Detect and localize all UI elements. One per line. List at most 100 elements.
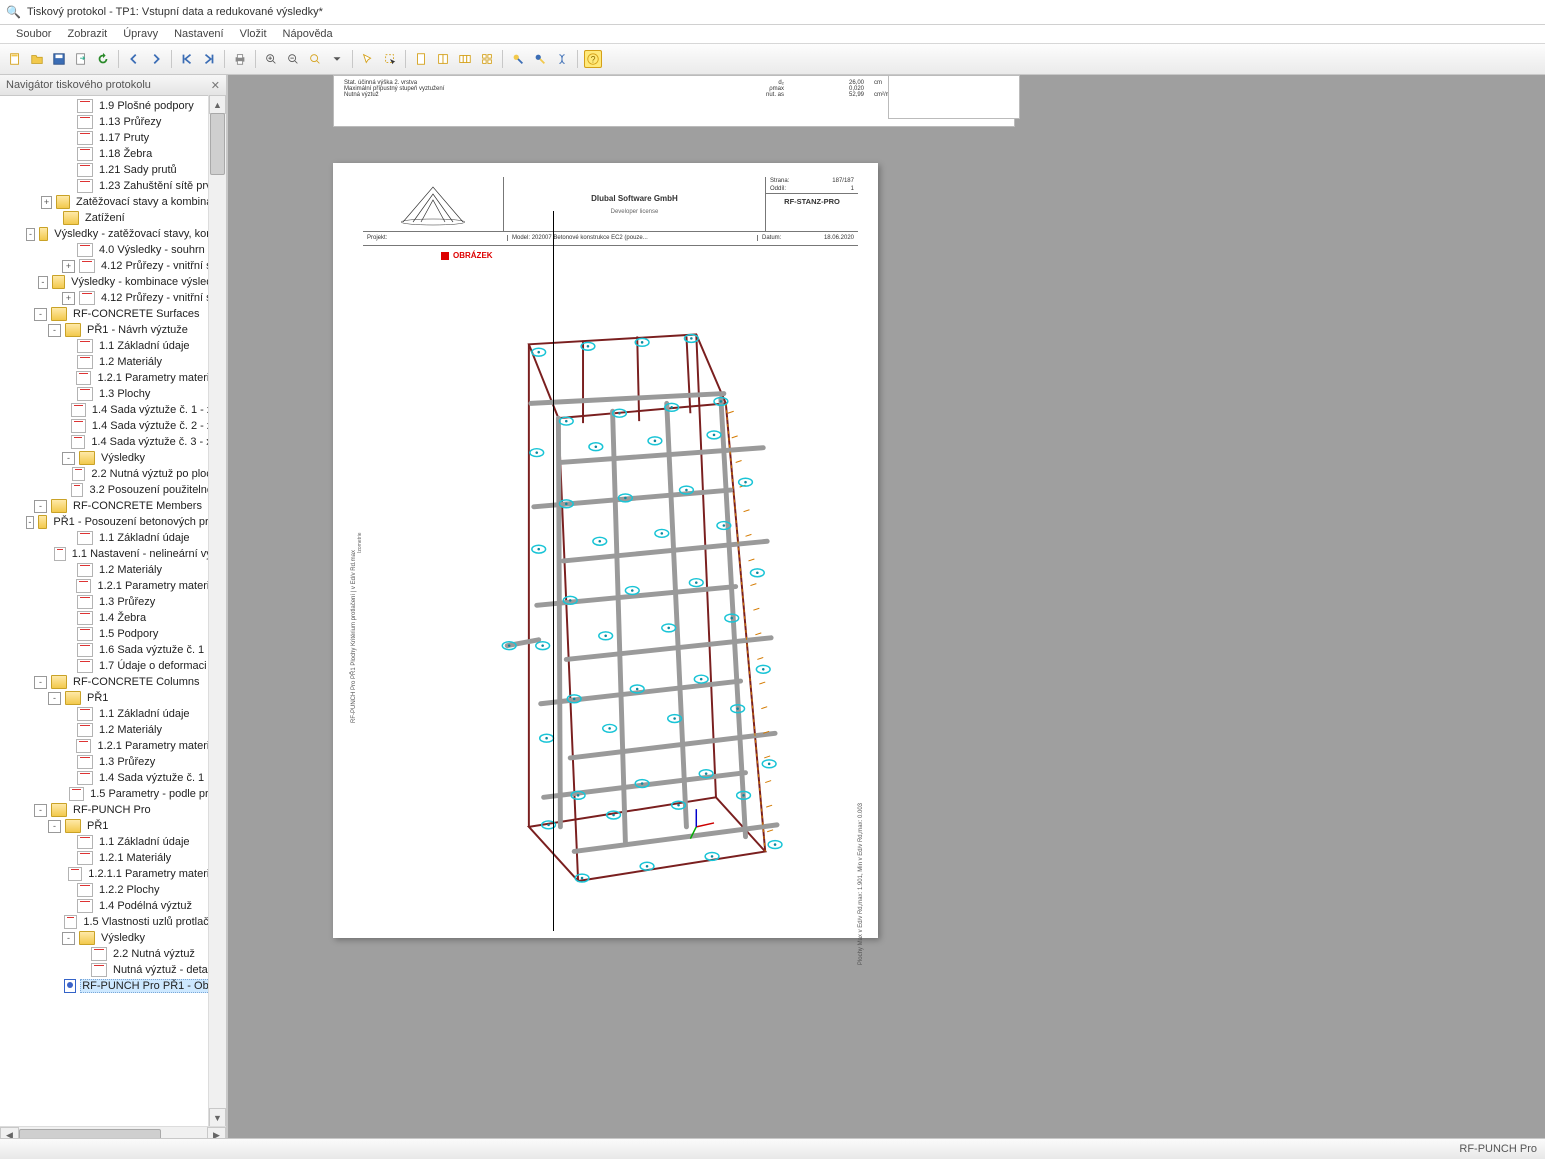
tree-item[interactable]: 1.4 Podélná výztuž [0, 898, 226, 914]
tree-item[interactable]: 1.21 Sady prutů [0, 162, 226, 178]
tree-item[interactable]: -PŘ1 [0, 690, 226, 706]
tree-item[interactable]: 1.5 Vlastnosti uzlů protlačení [0, 914, 226, 930]
tree-item[interactable]: -Výsledky - zatěžovací stavy, kombi [0, 226, 226, 242]
tree-item[interactable]: 1.1 Nastavení - nelineární výpo [0, 546, 226, 562]
select-area-icon[interactable] [381, 50, 399, 68]
tree-toggle-icon[interactable]: - [34, 500, 47, 513]
tree-item[interactable]: +4.12 Průřezy - vnitřní síly [0, 258, 226, 274]
tree-item[interactable]: 1.4 Sada výztuže č. 1 [0, 770, 226, 786]
tree-item[interactable]: +Zatěžovací stavy a kombinace [0, 194, 226, 210]
tree-item[interactable]: 1.2.2 Plochy [0, 882, 226, 898]
tree-item[interactable]: RF-PUNCH Pro PŘ1 - Obráz [0, 978, 226, 994]
tool-b-icon[interactable] [531, 50, 549, 68]
page-1-icon[interactable] [412, 50, 430, 68]
page-3-icon[interactable] [456, 50, 474, 68]
scroll-down-icon[interactable]: ▼ [209, 1108, 226, 1127]
zoom-in-icon[interactable] [262, 50, 280, 68]
page-2-icon[interactable] [434, 50, 452, 68]
tree-toggle-icon[interactable]: - [34, 676, 47, 689]
select-icon[interactable] [359, 50, 377, 68]
tree-item[interactable]: 1.3 Plochy [0, 386, 226, 402]
print-icon[interactable] [231, 50, 249, 68]
tree-item[interactable]: 1.1 Základní údaje [0, 706, 226, 722]
zoom-dropdown-icon[interactable] [328, 50, 346, 68]
scroll-thumb[interactable] [210, 113, 225, 175]
tree-item[interactable]: -RF-PUNCH Pro [0, 802, 226, 818]
tree-toggle-icon[interactable]: - [26, 228, 34, 241]
zoom-out-icon[interactable] [284, 50, 302, 68]
tree-item[interactable]: -Výsledky [0, 450, 226, 466]
tree-item[interactable]: -PŘ1 [0, 818, 226, 834]
tree-item[interactable]: 1.5 Parametry - podle prutů [0, 786, 226, 802]
tree-item[interactable]: 1.4 Sada výztuže č. 3 - xd3 [0, 434, 226, 450]
last-icon[interactable] [200, 50, 218, 68]
page-4-icon[interactable] [478, 50, 496, 68]
tree-toggle-icon[interactable]: - [48, 324, 61, 337]
tree-item[interactable]: 2.2 Nutná výztuž [0, 946, 226, 962]
tree-toggle-icon[interactable]: + [62, 260, 75, 273]
tree-toggle-icon[interactable]: - [62, 932, 75, 945]
menu-edit[interactable]: Úpravy [115, 26, 166, 42]
tree-item[interactable]: 1.2.1.1 Parametry materiálu [0, 866, 226, 882]
menu-help[interactable]: Nápověda [275, 26, 341, 42]
open-icon[interactable] [28, 50, 46, 68]
tree-toggle-icon[interactable]: - [48, 820, 61, 833]
tree-item[interactable]: 1.9 Plošné podpory [0, 98, 226, 114]
tree-item[interactable]: 1.1 Základní údaje [0, 530, 226, 546]
menu-view[interactable]: Zobrazit [59, 26, 115, 42]
scroll-up-icon[interactable]: ▲ [209, 95, 226, 114]
tree-item[interactable]: 1.2.1 Parametry materiálu [0, 738, 226, 754]
tree-item[interactable]: 1.1 Základní údaje [0, 834, 226, 850]
tree-toggle-icon[interactable]: - [48, 692, 61, 705]
tree-item[interactable]: -Výsledky [0, 930, 226, 946]
tree-item[interactable]: 1.13 Průřezy [0, 114, 226, 130]
tree-item[interactable]: 1.3 Průřezy [0, 594, 226, 610]
tree-item[interactable]: 1.4 Žebra [0, 610, 226, 626]
tree-item[interactable]: -RF-CONCRETE Surfaces [0, 306, 226, 322]
tree-item[interactable]: -Výsledky - kombinace výsledků [0, 274, 226, 290]
tree-toggle-icon[interactable]: - [26, 516, 34, 529]
tree-item[interactable]: 1.4 Sada výztuže č. 1 - xc3 [0, 402, 226, 418]
tree-item[interactable]: -RF-CONCRETE Members [0, 498, 226, 514]
navigator-close-icon[interactable]: ✕ [211, 79, 220, 92]
tree-item[interactable]: 1.2 Materiály [0, 562, 226, 578]
export-icon[interactable] [72, 50, 90, 68]
tree-toggle-icon[interactable]: - [34, 804, 47, 817]
tree-toggle-icon[interactable]: - [38, 276, 49, 289]
prev-icon[interactable] [125, 50, 143, 68]
tree-item[interactable]: 1.6 Sada výztuže č. 1 [0, 642, 226, 658]
menu-settings[interactable]: Nastavení [166, 26, 232, 42]
first-icon[interactable] [178, 50, 196, 68]
navigator-tree[interactable]: 1.9 Plošné podpory1.13 Průřezy1.17 Pruty… [0, 96, 226, 1144]
tree-item[interactable]: -PŘ1 - Posouzení betonových prutů [0, 514, 226, 530]
tree-item[interactable]: 1.2.1 Parametry materiálu [0, 578, 226, 594]
tree-item[interactable]: 2.2 Nutná výztuž po plochá [0, 466, 226, 482]
menu-insert[interactable]: Vložit [232, 26, 275, 42]
tree-item[interactable]: 3.2 Posouzení použitelnosti [0, 482, 226, 498]
tree-item[interactable]: 1.7 Údaje o deformaci [0, 658, 226, 674]
tree-item[interactable]: Nutná výztuž - detaily [0, 962, 226, 978]
zoom-fit-icon[interactable] [306, 50, 324, 68]
next-icon[interactable] [147, 50, 165, 68]
navigator-vscroll[interactable]: ▲ ▼ [208, 95, 226, 1127]
tool-a-icon[interactable] [509, 50, 527, 68]
tree-item[interactable]: 4.0 Výsledky - souhrn [0, 242, 226, 258]
new-doc-icon[interactable] [6, 50, 24, 68]
tree-item[interactable]: +4.12 Průřezy - vnitřní síly [0, 290, 226, 306]
tree-item[interactable]: 1.18 Žebra [0, 146, 226, 162]
preview-area[interactable]: Stat. účinná výška 2. vrstvad₂26,00cm Ma… [228, 75, 1545, 1144]
save-icon[interactable] [50, 50, 68, 68]
tree-toggle-icon[interactable]: - [34, 308, 47, 321]
tree-item[interactable]: 1.17 Pruty [0, 130, 226, 146]
tree-item[interactable]: 1.2 Materiály [0, 722, 226, 738]
tree-item[interactable]: 1.2.1 Materiály [0, 850, 226, 866]
tree-item[interactable]: 1.3 Průřezy [0, 754, 226, 770]
help-icon[interactable]: ? [584, 50, 602, 68]
menu-file[interactable]: Soubor [8, 26, 59, 42]
tree-toggle-icon[interactable]: - [62, 452, 75, 465]
tree-item[interactable]: 1.2.1 Parametry materiálu [0, 370, 226, 386]
refresh-icon[interactable] [94, 50, 112, 68]
tree-item[interactable]: -RF-CONCRETE Columns [0, 674, 226, 690]
tool-c-icon[interactable] [553, 50, 571, 68]
tree-item[interactable]: -PŘ1 - Návrh výztuže [0, 322, 226, 338]
